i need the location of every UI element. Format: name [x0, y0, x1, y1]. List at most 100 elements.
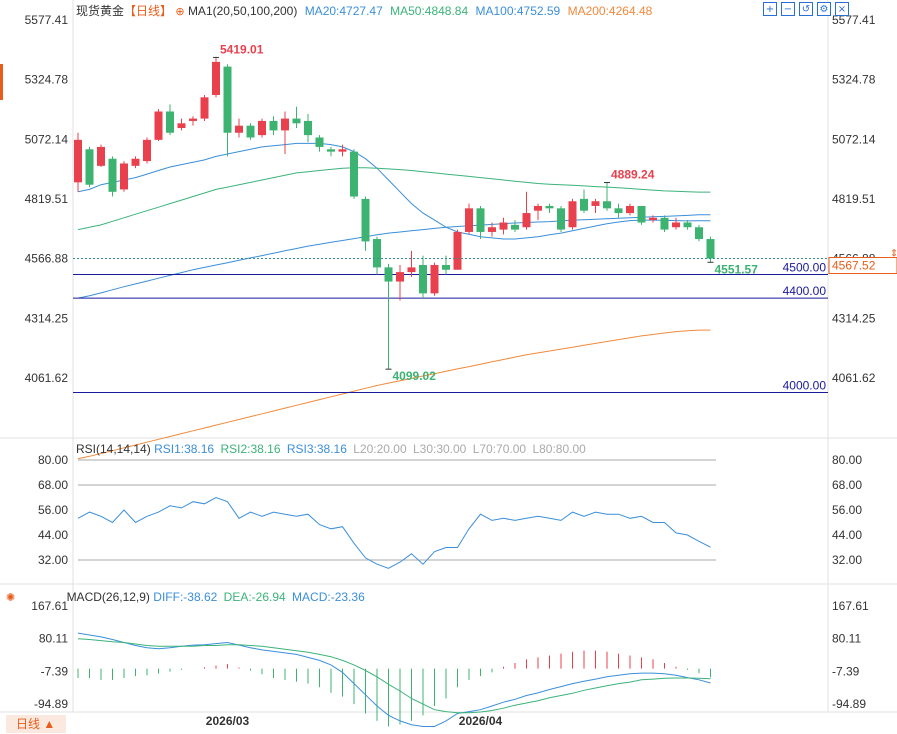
rsi-tick-left: 68.00	[38, 478, 68, 492]
low-price-annotation: 4099.02	[393, 369, 437, 383]
y-tick-label-left: 5072.14	[25, 132, 69, 146]
rsi-tick-right: 68.00	[832, 478, 862, 492]
macd-tick-left: -7.39	[41, 664, 69, 678]
candle-down	[361, 198, 370, 242]
ma200-value: MA200:4264.48	[567, 4, 653, 18]
l80-value: L80:80.00	[532, 442, 586, 456]
high-price-annotation: 5419.01	[220, 42, 264, 56]
price-level-label: 4400.00	[783, 284, 827, 298]
candle-up	[97, 146, 105, 166]
rsi-tick-left: 32.00	[38, 553, 68, 567]
ma50-value: MA50:4848.84	[390, 4, 469, 18]
candle-up	[338, 149, 347, 152]
x-tick-label: 2026/04	[459, 714, 503, 728]
instrument-name: 现货黄金	[76, 4, 125, 18]
candle-up	[672, 222, 680, 228]
candle-down	[246, 125, 255, 138]
candle-down	[442, 265, 450, 270]
macd-dea-value: DEA:-26.94	[223, 590, 286, 604]
candle-up	[131, 158, 140, 166]
ma-line-ma100	[77, 214, 711, 299]
candle-up	[453, 231, 462, 270]
rsi-tick-right: 56.00	[832, 503, 862, 517]
y-tick-label-right: 5324.78	[832, 73, 876, 87]
candle-down	[350, 151, 358, 197]
period-label[interactable]: 【日线】	[124, 4, 172, 18]
candle-up	[649, 217, 657, 221]
l30-value: L30:30.00	[412, 442, 467, 456]
zoom-in-icon[interactable]: +	[763, 2, 777, 16]
macd-label[interactable]: MACD(26,12,9)	[67, 590, 150, 604]
rsi-tick-left: 56.00	[38, 503, 68, 517]
add-circle-icon[interactable]: ⊕	[175, 5, 184, 18]
candle-up	[499, 222, 508, 230]
candle-up	[568, 201, 577, 228]
macd-settings-icon[interactable]: ✺	[6, 591, 15, 604]
macd-tick-right: -94.89	[832, 697, 866, 711]
candle-up	[281, 118, 289, 131]
y-tick-label-right: 4061.62	[832, 371, 876, 385]
candle-up	[488, 227, 496, 232]
macd-header: ✺ MACD(26,12,9) DIFF:-38.62 DEA:-26.94 M…	[6, 590, 365, 605]
zoom-out-icon[interactable]: −	[781, 2, 795, 16]
rsi-tick-right: 44.00	[832, 528, 862, 542]
ma-indicator-label[interactable]: MA1(20,50,100,200)	[188, 4, 297, 18]
candle-up	[143, 139, 151, 162]
close-icon[interactable]: ×	[835, 2, 849, 16]
macd-tick-right: 80.11	[832, 632, 861, 646]
candle-down	[545, 205, 554, 209]
x-tick-label: 2026/03	[206, 714, 250, 728]
candle-down	[304, 120, 312, 136]
macd-diff-value: DIFF:-38.62	[153, 590, 218, 604]
rsi-tick-right: 80.00	[832, 453, 862, 467]
candle-up	[465, 208, 473, 232]
expand-arrow-icon: ⇕	[890, 249, 897, 260]
candle-down	[419, 265, 427, 294]
reset-icon[interactable]: ↺	[799, 2, 813, 16]
candle-up	[120, 163, 128, 190]
candle-up	[522, 213, 531, 228]
l70-value: L70:70.00	[472, 442, 527, 456]
ma100-value: MA100:4752.59	[475, 4, 561, 18]
rsi-tick-left: 80.00	[38, 453, 68, 467]
rsi2-value: RSI2:38.16	[220, 442, 281, 456]
candle-down	[614, 208, 623, 214]
macd-tick-right: 167.61	[832, 599, 869, 613]
candle-up	[212, 61, 220, 95]
low-price-annotation: 4551.57	[715, 262, 759, 276]
macd-tick-left: 80.11	[39, 632, 68, 646]
y-tick-label-right: 4314.25	[832, 311, 876, 325]
candle-up	[626, 205, 634, 214]
ma-line-ma200	[77, 329, 711, 460]
candle-down	[695, 227, 703, 240]
candle-up	[407, 267, 416, 273]
candle-up	[258, 120, 266, 136]
period-selector-button[interactable]: 日线 ▲	[6, 715, 66, 733]
rsi-label[interactable]: RSI(14,14,14)	[76, 442, 151, 456]
current-price-label: 4567.52	[832, 259, 876, 273]
main-chart-header: 现货黄金【日线】 ⊕ MA1(20,50,100,200) MA20:4727.…	[76, 4, 652, 19]
candle-up	[396, 272, 404, 282]
price-level-label: 4000.00	[783, 379, 827, 393]
y-tick-label-left: 4061.62	[25, 371, 69, 385]
y-tick-label-left: 5577.41	[25, 13, 69, 27]
candle-down	[580, 198, 588, 211]
candle-down	[384, 267, 393, 282]
candle-down	[706, 239, 715, 259]
candle-down	[683, 222, 692, 228]
macd-tick-left: -94.89	[34, 697, 68, 711]
price-level-label: 4500.00	[783, 260, 827, 274]
candle-down	[315, 137, 324, 147]
ma20-value: MA20:4727.47	[304, 4, 383, 18]
candle-down	[269, 120, 278, 131]
candle-up	[591, 201, 600, 206]
candle-up	[200, 97, 209, 119]
candle-down	[108, 158, 117, 192]
candle-down	[166, 111, 174, 133]
candle-down	[511, 224, 519, 230]
candle-down	[637, 205, 646, 223]
settings-icon[interactable]: ⚙	[817, 2, 831, 16]
macd-tick-right: -7.39	[832, 664, 860, 678]
candle-down	[373, 239, 381, 268]
candle-down	[557, 208, 565, 230]
